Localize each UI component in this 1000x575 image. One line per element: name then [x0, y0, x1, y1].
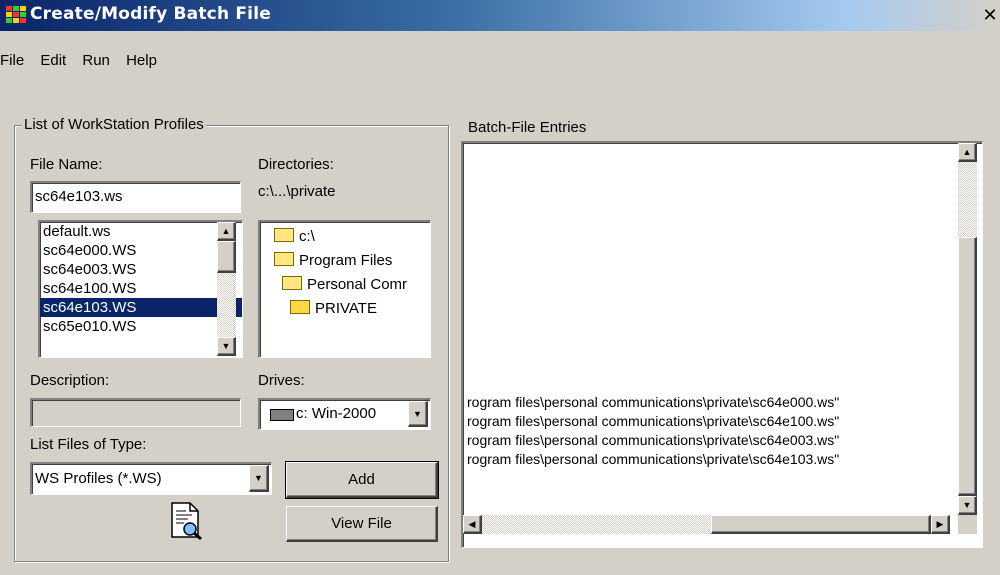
batch-entry: rogram files\personal communications\pri… [467, 394, 840, 410]
description-field [30, 398, 241, 427]
folder-icon [282, 276, 302, 290]
folder-icon [274, 252, 294, 266]
scroll-down-icon[interactable]: ▼ [217, 337, 236, 356]
scroll-down-icon[interactable]: ▼ [958, 496, 977, 515]
title-bar[interactable]: Create/Modify Batch File ✕ [0, 0, 1000, 31]
profiles-group-legend: List of WorkStation Profiles [22, 116, 206, 133]
list-item-selected[interactable]: sc64e103.WS [40, 298, 242, 317]
tree-item-personal-comm[interactable]: Personal Comr [260, 273, 430, 297]
scroll-track[interactable] [217, 273, 236, 337]
scroll-corner [958, 515, 977, 534]
scroll-thumb[interactable] [711, 515, 931, 534]
chevron-down-icon[interactable]: ▼ [408, 401, 428, 427]
batch-entry: rogram files\personal communications\pri… [467, 432, 840, 448]
tree-label: Program Files [299, 252, 393, 269]
close-icon[interactable]: ✕ [980, 6, 1000, 26]
scroll-up-icon[interactable]: ▲ [958, 143, 977, 162]
file-name-input[interactable]: sc64e103.ws [30, 181, 241, 213]
add-button[interactable]: Add [285, 461, 439, 499]
file-list[interactable]: default.ws sc64e000.WS sc64e003.WS sc64e… [38, 220, 243, 358]
folder-icon [274, 228, 294, 242]
list-item[interactable]: sc65e010.WS [40, 317, 242, 336]
list-item[interactable]: sc64e003.WS [40, 260, 242, 279]
batch-entry: rogram files\personal communications\pri… [467, 413, 840, 429]
scroll-track[interactable] [482, 515, 711, 534]
file-list-scrollbar[interactable]: ▲ ▼ [217, 222, 236, 356]
list-item[interactable]: default.ws [40, 222, 242, 241]
drive-icon [270, 409, 294, 421]
file-type-select[interactable]: WS Profiles (*.WS) ▼ [30, 462, 272, 495]
drives-select[interactable]: c: Win-2000 ▼ [258, 398, 431, 430]
list-item[interactable]: sc64e100.WS [40, 279, 242, 298]
chevron-down-icon[interactable]: ▼ [249, 465, 269, 492]
current-directory: c:\...\private [258, 183, 336, 200]
window-title: Create/Modify Batch File [30, 4, 271, 24]
scroll-thumb[interactable] [217, 241, 236, 273]
batch-horizontal-scrollbar[interactable]: ◀ ▶ [463, 515, 958, 534]
drives-label: Drives: [258, 372, 305, 389]
menu-help[interactable]: Help [126, 52, 163, 69]
batch-vertical-scrollbar[interactable]: ▲ ▼ [958, 143, 977, 515]
directory-tree[interactable]: c:\ Program Files Personal Comr PRIVATE [258, 220, 431, 358]
menu-bar: File Edit Run Help [0, 52, 169, 74]
directories-label: Directories: [258, 156, 334, 173]
open-folder-icon [290, 300, 310, 314]
scroll-track[interactable] [958, 162, 977, 237]
menu-file[interactable]: File [0, 52, 30, 69]
scroll-right-icon[interactable]: ▶ [931, 515, 950, 534]
description-label: Description: [30, 372, 110, 389]
tree-label: PRIVATE [315, 300, 377, 317]
file-type-value: WS Profiles (*.WS) [35, 470, 162, 487]
scroll-thumb[interactable] [958, 237, 977, 496]
file-name-label: File Name: [30, 156, 103, 173]
batch-entries-label: Batch-File Entries [468, 119, 587, 136]
document-magnifier-icon[interactable] [166, 501, 206, 541]
menu-run[interactable]: Run [82, 52, 116, 69]
tree-label: Personal Comr [307, 276, 408, 293]
tree-item-root[interactable]: c:\ [260, 225, 430, 249]
scroll-left-icon[interactable]: ◀ [463, 515, 482, 534]
tree-item-program-files[interactable]: Program Files [260, 249, 430, 273]
drive-value: c: Win-2000 [296, 405, 377, 422]
menu-edit[interactable]: Edit [40, 52, 72, 69]
view-file-button[interactable]: View File [286, 506, 438, 542]
tree-item-private[interactable]: PRIVATE [260, 297, 430, 321]
tree-label: c:\ [299, 228, 315, 245]
batch-app-icon [6, 6, 26, 23]
batch-entry: rogram files\personal communications\pri… [467, 451, 840, 467]
entries-container: rogram files\personal communications\pri… [467, 393, 839, 469]
list-type-label: List Files of Type: [30, 436, 147, 453]
scroll-up-icon[interactable]: ▲ [217, 222, 236, 241]
batch-entries-textarea[interactable]: rogram files\personal communications\pri… [461, 141, 983, 548]
list-item[interactable]: sc64e000.WS [40, 241, 242, 260]
